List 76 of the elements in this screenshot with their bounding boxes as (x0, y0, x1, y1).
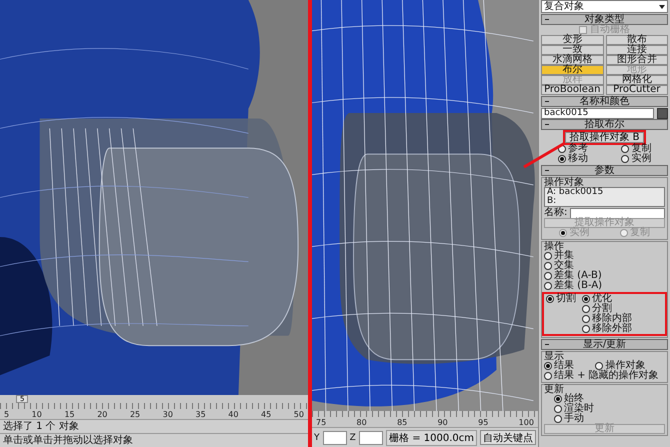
radio-option[interactable]: 差集 (B-A) (544, 281, 602, 291)
radio-option[interactable]: 优化 (582, 294, 612, 304)
frame-number: 25 (130, 410, 140, 419)
rollout-header[interactable]: 拾取布尔 (541, 119, 668, 130)
frame-number: 75 (316, 418, 326, 427)
frame-number: 20 (97, 410, 108, 419)
timeline-ruler[interactable]: 5 10 15 20 25 30 35 40 45 50 (0, 403, 308, 419)
rollout-header[interactable]: 显示/更新 (541, 339, 668, 350)
operand-list[interactable]: A: back0015 B: (544, 187, 665, 207)
rollout-header[interactable]: 对象类型 (541, 14, 668, 25)
object-type-button[interactable]: 布尔 (541, 65, 604, 75)
operand-item[interactable]: A: back0015 (547, 188, 662, 197)
radio-option[interactable]: 实例 (621, 154, 652, 164)
timeline-ruler[interactable]: 75 80 85 90 95 100 (312, 411, 538, 427)
radio-option[interactable]: 分割 (582, 304, 612, 314)
radio-option[interactable]: 始终 (554, 394, 584, 404)
frame-number: 80 (356, 418, 367, 427)
frame-number: 90 (438, 418, 448, 427)
radio-option[interactable]: 结果 (544, 361, 574, 371)
object-type-button[interactable]: 一致 (541, 45, 604, 55)
radio-option[interactable]: 并集 (544, 251, 574, 261)
radio-option[interactable]: 参考 (558, 144, 588, 154)
radio-option[interactable]: 交集 (544, 261, 574, 271)
status-text: 选择了 1 个 对象 (0, 419, 308, 433)
group-title: 操作 (544, 242, 564, 251)
operand-name-field[interactable] (570, 208, 665, 218)
radio-option[interactable]: 手动 (554, 414, 584, 424)
frame-number: 100 (518, 418, 534, 427)
viewport[interactable] (0, 0, 308, 395)
prompt-text: 单击或单击并拖动以选择对象 (0, 433, 308, 447)
coordinate-field[interactable] (322, 430, 347, 444)
rollout-header[interactable]: 名称和颜色 (541, 96, 668, 107)
pick-operand-button[interactable]: 拾取操作对象 B (565, 132, 644, 143)
frame-number: 35 (196, 410, 206, 419)
group-title: 更新 (544, 385, 564, 394)
object-type-button[interactable]: 散布 (606, 35, 668, 45)
operand-item[interactable]: B: (547, 197, 662, 206)
category-dropdown[interactable]: 复合对象 (541, 0, 668, 13)
radio-option[interactable]: 移动 (558, 154, 588, 164)
viewport[interactable] (312, 0, 538, 411)
frame-number: 5 (4, 410, 10, 419)
frame-number: 10 (32, 410, 42, 419)
object-type-button[interactable]: 网格化 (606, 75, 668, 85)
object-type-button[interactable]: 连接 (606, 45, 668, 55)
grid-size-text: 栅格 = 1000.0cm (386, 430, 477, 446)
frame-number: 85 (397, 418, 408, 427)
auto-key-button[interactable]: 自动关键点 (480, 430, 536, 445)
frame-number: 50 (294, 410, 304, 419)
name-field[interactable]: back0015 (541, 108, 654, 118)
frame-number: 30 (162, 410, 173, 419)
rollout-header[interactable]: 参数 (541, 165, 668, 176)
group-title: 显示 (544, 352, 564, 361)
radio-option[interactable]: 差集 (A-B) (544, 271, 602, 281)
radio-option[interactable]: 移除外部 (582, 324, 632, 334)
radio-option[interactable]: 结果 + 隐藏的操作对象 (544, 371, 659, 381)
radio-option[interactable]: 切割 (546, 294, 576, 304)
radio-option[interactable]: 移除内部 (582, 314, 632, 324)
coordinate-field[interactable] (358, 430, 384, 444)
axis-label: Y (314, 432, 320, 442)
dropdown-arrow-icon (659, 4, 665, 8)
frame-number: 45 (261, 410, 272, 419)
group-title: 操作对象 (544, 178, 584, 187)
frame-number: 95 (478, 418, 488, 427)
radio-option[interactable]: 渲染时 (554, 404, 594, 414)
object-type-button[interactable]: 图形合并 (606, 55, 668, 65)
radio-option[interactable]: 操作对象 (595, 361, 646, 371)
frame-number: 15 (64, 410, 75, 419)
name-label: 名称: (544, 208, 568, 218)
object-type-button[interactable]: 变形 (541, 35, 604, 45)
object-type-button[interactable]: ProBoolean (541, 85, 604, 95)
object-type-button[interactable]: 水滴网格 (541, 55, 604, 65)
radio-option[interactable]: 复制 (621, 144, 652, 154)
object-type-button[interactable]: ProCutter (606, 85, 668, 95)
color-swatch[interactable] (657, 108, 668, 118)
axis-label: Z (350, 432, 356, 442)
frame-number: 40 (228, 410, 238, 419)
